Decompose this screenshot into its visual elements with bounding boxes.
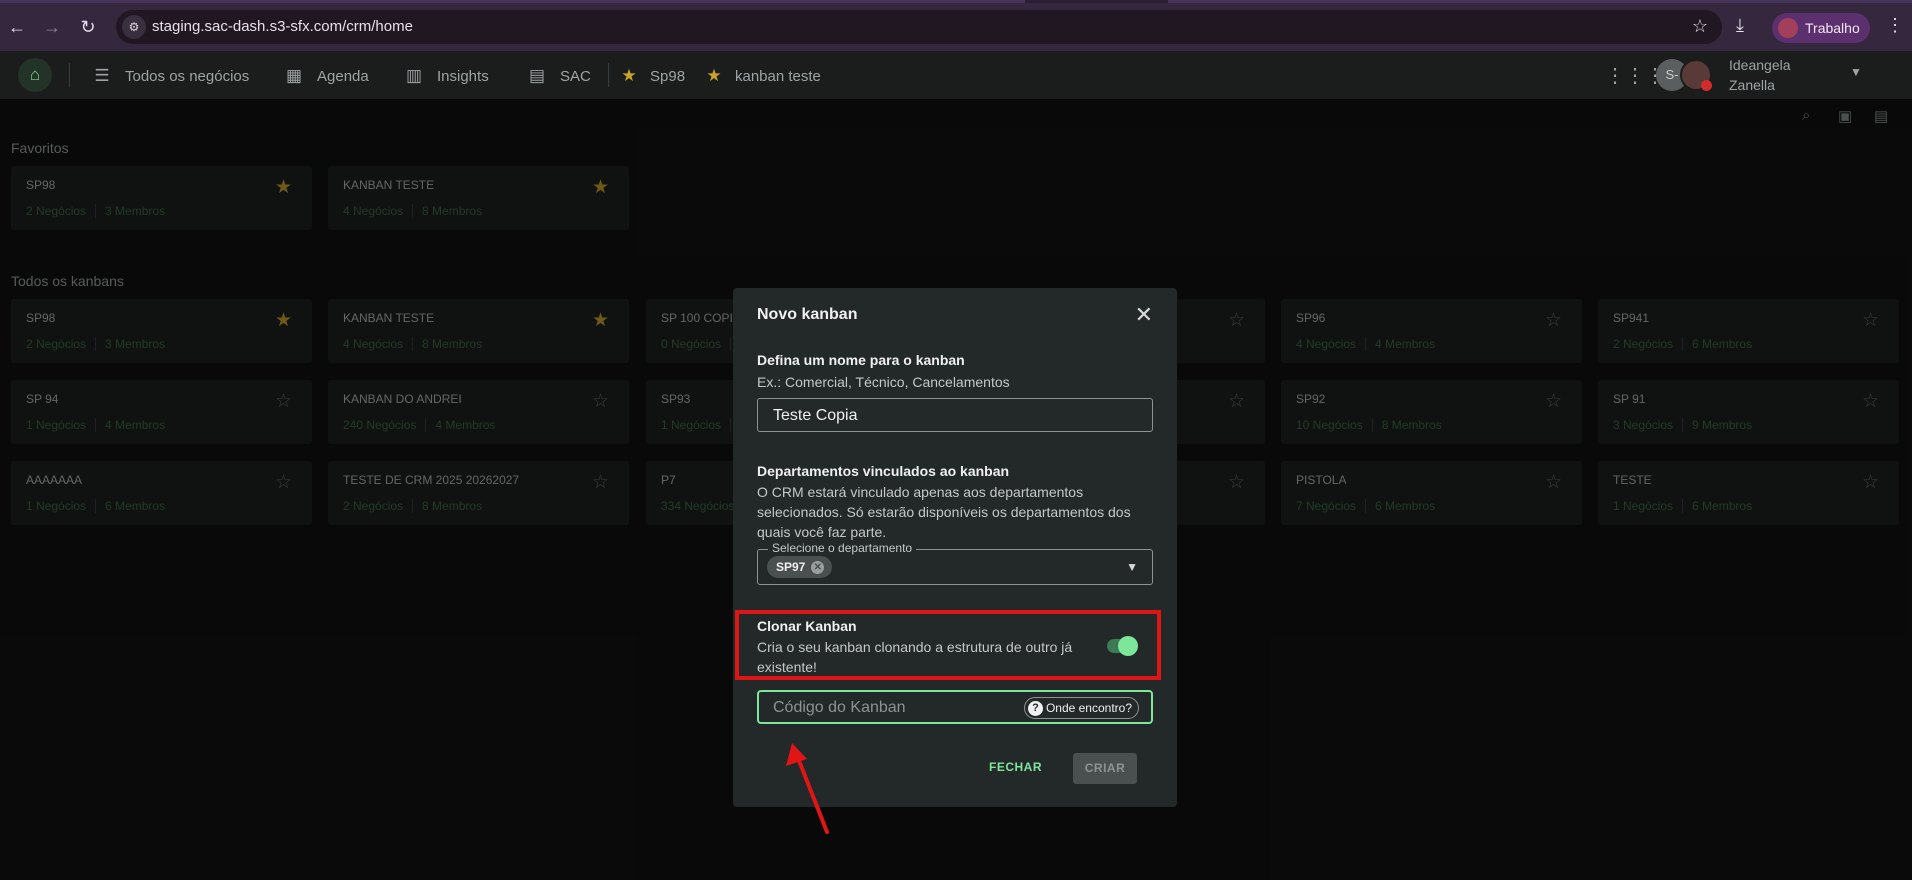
- department-select-label: Selecione o departamento: [768, 541, 917, 555]
- profile-avatar: [1778, 18, 1798, 38]
- close-button[interactable]: FECHAR: [989, 760, 1042, 774]
- nav-favorite-sp98[interactable]: ★ Sp98: [618, 65, 685, 87]
- user-name[interactable]: Ideangela Zanella: [1729, 55, 1819, 95]
- chevron-down-icon[interactable]: ▼: [1126, 560, 1138, 574]
- annotation-arrow: [786, 743, 829, 834]
- kanban-name-input[interactable]: Teste Copia: [757, 398, 1153, 432]
- calendar-icon: ▦: [285, 66, 303, 85]
- create-button[interactable]: CRIAR: [1073, 753, 1137, 784]
- nav-item-label: SAC: [560, 67, 591, 85]
- new-kanban-dialog: Novo kanban ✕ Defina um nome para o kanb…: [733, 288, 1177, 807]
- message-icon: ▤: [528, 66, 546, 85]
- kanban-code-input[interactable]: Código do Kanban ? Onde encontro?: [757, 690, 1153, 724]
- close-icon[interactable]: ✕: [1135, 302, 1153, 328]
- toggle-knob[interactable]: [1118, 636, 1138, 656]
- nav-favorite-label: kanban teste: [735, 67, 821, 85]
- name-label: Defina um nome para o kanban: [757, 352, 965, 368]
- where-find-button[interactable]: ? Onde encontro?: [1023, 697, 1139, 719]
- department-select[interactable]: Selecione o departamento SP97 ✕ ▼: [757, 541, 1153, 585]
- nav-item-label: Insights: [437, 67, 489, 85]
- download-icon[interactable]: ⤓: [1736, 15, 1744, 36]
- menu-icon: ☰: [94, 66, 110, 85]
- user-avatar[interactable]: [1680, 59, 1712, 91]
- nav-item-sac[interactable]: ▤ SAC: [526, 65, 591, 87]
- app-nav-bar: ⌂ ☰ Todos os negócios ▦ Agenda ▥ Insight…: [0, 51, 1912, 99]
- departments-help: O CRM estará vinculado apenas aos depart…: [757, 484, 1131, 540]
- browser-menu-icon[interactable]: ⋮: [1886, 15, 1904, 36]
- address-bar[interactable]: ⚙ staging.sac-dash.s3-sfx.com/crm/home ☆: [116, 10, 1722, 44]
- help-icon: ?: [1027, 700, 1043, 716]
- dialog-title: Novo kanban: [757, 306, 858, 323]
- profile-label: Trabalho: [1805, 20, 1860, 36]
- nav-item-label: Agenda: [317, 67, 369, 85]
- back-icon[interactable]: ←: [5, 15, 29, 39]
- url-text[interactable]: staging.sac-dash.s3-sfx.com/crm/home: [152, 18, 413, 35]
- kanban-code-placeholder[interactable]: Código do Kanban: [773, 699, 906, 717]
- chip-remove-icon[interactable]: ✕: [811, 560, 825, 574]
- bar-chart-icon: ▥: [405, 66, 423, 85]
- site-settings-icon[interactable]: ⚙: [122, 15, 146, 39]
- nav-item-agenda[interactable]: ▦ Agenda: [283, 65, 369, 87]
- profile-button[interactable]: Trabalho: [1772, 13, 1870, 43]
- name-help: Ex.: Comercial, Técnico, Cancelamentos: [757, 374, 1010, 390]
- reload-icon[interactable]: ↻: [76, 15, 100, 39]
- clone-toggle[interactable]: [1107, 636, 1138, 656]
- clone-help: Cria o seu kanban clonando a estrutura d…: [757, 639, 1073, 675]
- nav-divider: [608, 63, 609, 87]
- forward-icon[interactable]: →: [40, 15, 64, 39]
- star-icon: ★: [621, 66, 637, 85]
- departments-label: Departamentos vinculados ao kanban: [757, 463, 1010, 479]
- nav-favorite-kanban-teste[interactable]: ★ kanban teste: [703, 65, 821, 87]
- browser-toolbar: ← → ↻ ⚙ staging.sac-dash.s3-sfx.com/crm/…: [0, 3, 1912, 51]
- kanban-name-value[interactable]: Teste Copia: [773, 407, 858, 425]
- nav-item-todos-negocios[interactable]: ☰ Todos os negócios: [91, 65, 249, 87]
- where-find-label: Onde encontro?: [1045, 701, 1132, 715]
- nav-divider: [69, 63, 70, 87]
- status-dot: [1701, 80, 1712, 91]
- nav-favorite-label: Sp98: [650, 67, 686, 85]
- star-icon: ★: [706, 66, 722, 85]
- clone-label: Clonar Kanban: [757, 618, 857, 634]
- chevron-down-icon[interactable]: ▼: [1850, 65, 1862, 79]
- chip-label: SP97: [776, 560, 806, 574]
- bookmark-star-icon[interactable]: ☆: [1692, 16, 1708, 37]
- nav-item-insights[interactable]: ▥ Insights: [403, 65, 489, 87]
- department-chip[interactable]: SP97 ✕: [767, 556, 833, 578]
- home-icon[interactable]: ⌂: [18, 58, 52, 92]
- nav-item-label: Todos os negócios: [125, 67, 250, 85]
